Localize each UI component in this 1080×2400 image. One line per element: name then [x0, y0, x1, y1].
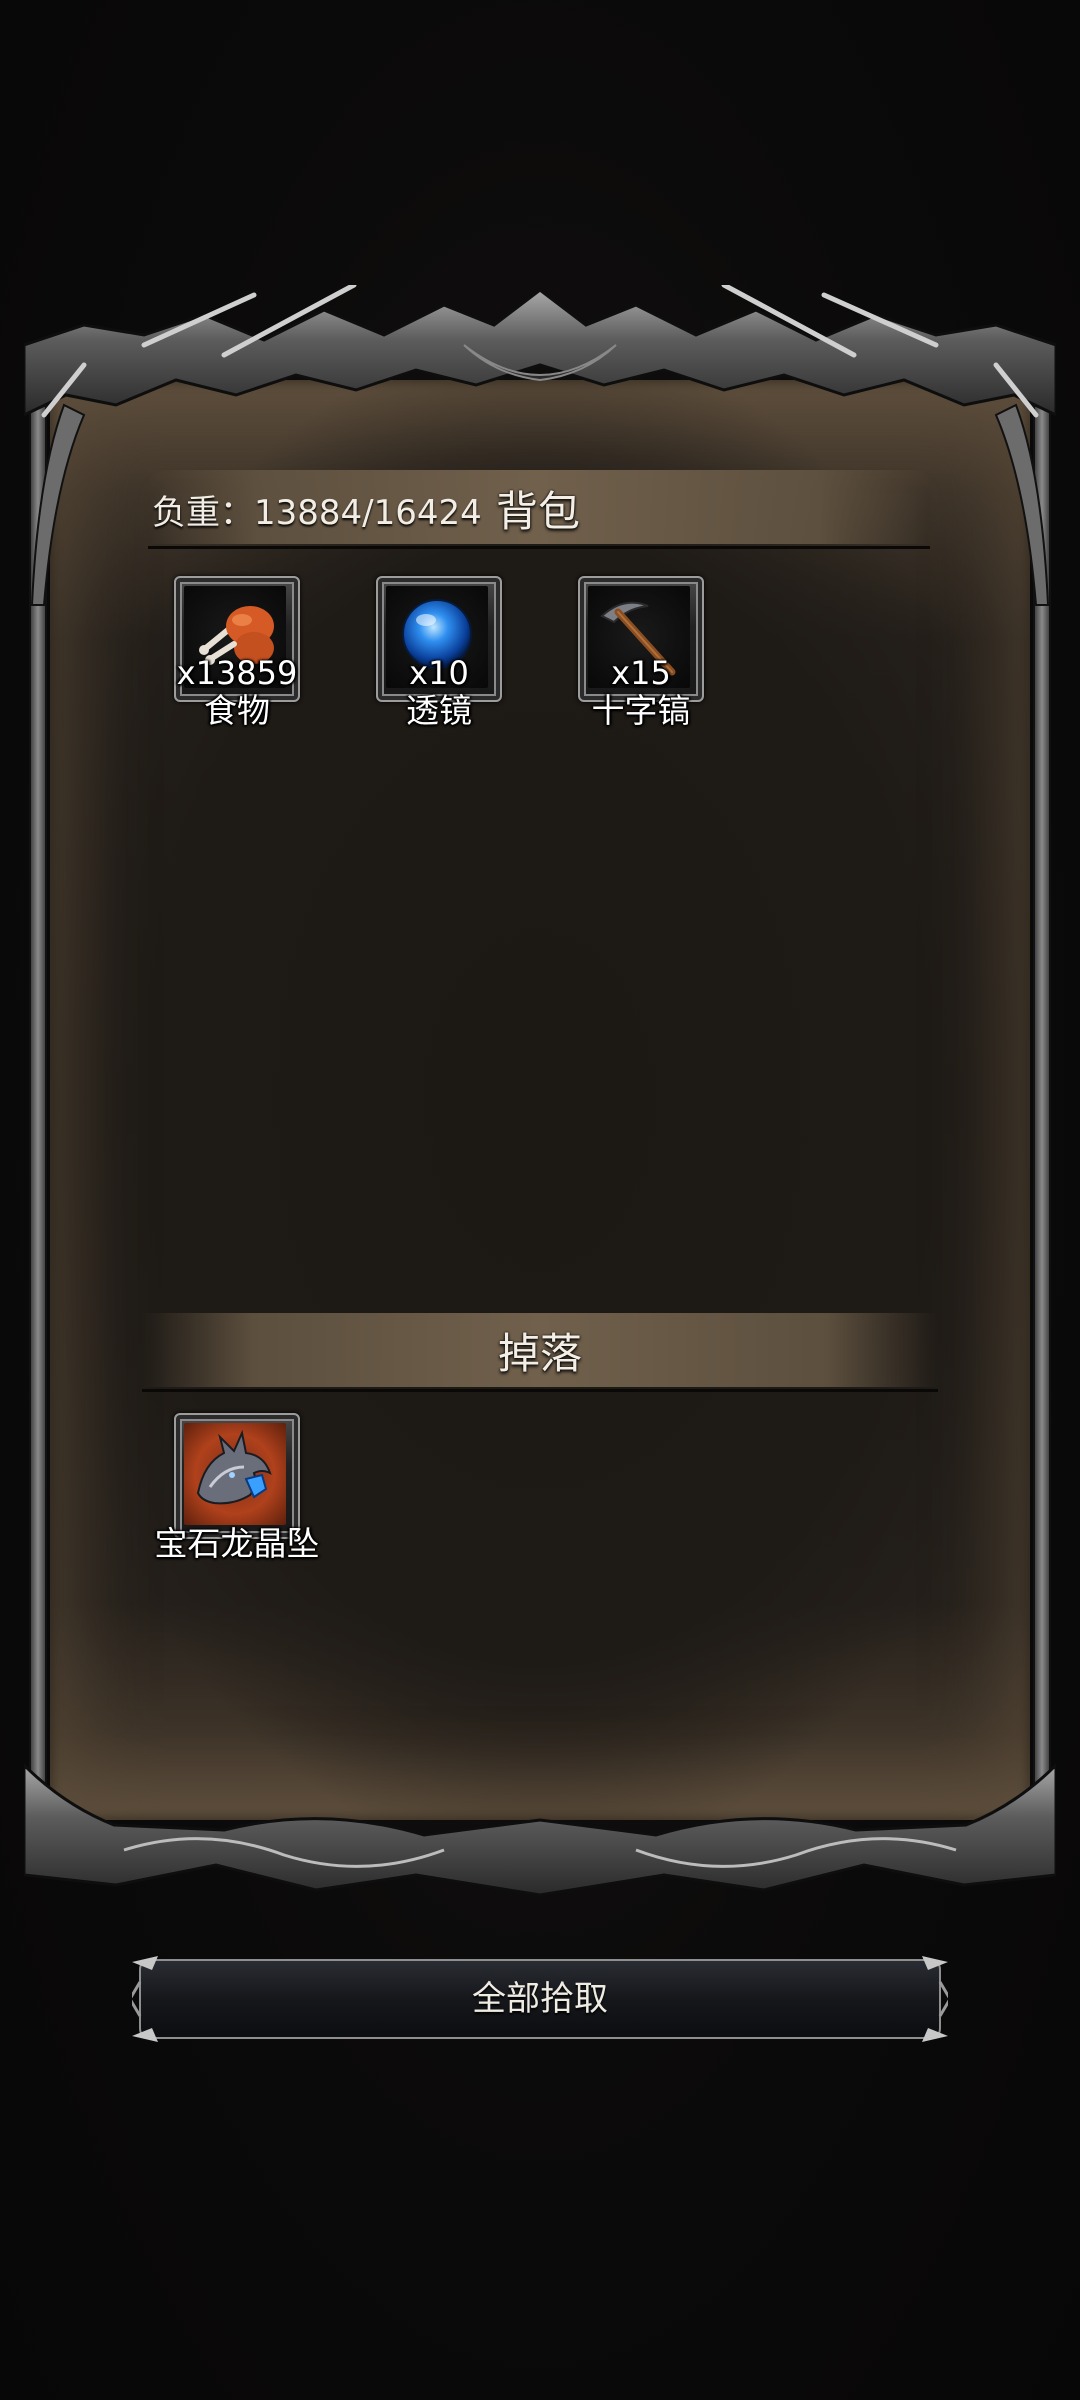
weight-value: 13884/16424: [254, 493, 482, 533]
bag-header-divider: [148, 546, 930, 549]
bag-item-lens[interactable]: x10 透镜: [376, 576, 502, 730]
loot-screen: 负重：13884/16424 背包 x13859 食物 x10 透镜 x15 十…: [0, 0, 1080, 2400]
pickup-all-label: 全部拾取: [472, 1979, 608, 2019]
dragon-crystal-pendant-icon: [196, 1429, 272, 1505]
bag-item-pickaxe[interactable]: x15 十字镐: [578, 576, 704, 730]
drop-header-divider: [142, 1389, 938, 1392]
item-name: 十字镐: [591, 691, 691, 730]
weight-label: 负重：: [152, 493, 254, 533]
weight-readout: 负重：13884/16424: [152, 485, 482, 534]
bag-title: 背包: [496, 487, 581, 536]
pickup-all-button[interactable]: 全部拾取: [132, 1952, 948, 2046]
item-name: 宝石龙晶坠: [154, 1524, 320, 1563]
drop-title: 掉落: [497, 1329, 582, 1378]
bag-item-food[interactable]: x13859 食物: [174, 576, 300, 730]
drop-item-dragon-pendant[interactable]: 宝石龙晶坠: [155, 1413, 320, 1563]
